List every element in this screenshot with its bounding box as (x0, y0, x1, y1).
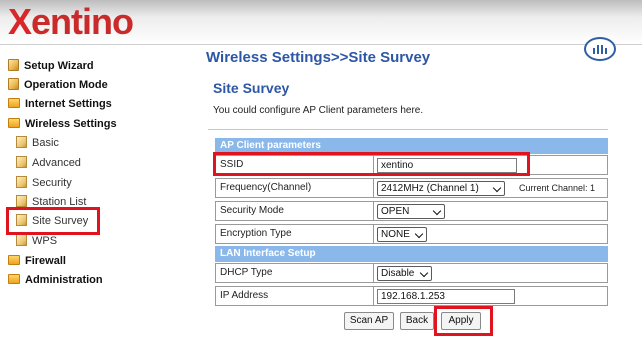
menu-item-basic[interactable]: Basic (16, 134, 59, 152)
folder-icon (8, 98, 20, 109)
security-mode-label: Security Mode (216, 202, 374, 220)
ip-address-cell: 192.168.1.253 (374, 287, 607, 305)
dhcp-type-cell: Disable (374, 264, 607, 282)
section-header-lan: LAN Interface Setup (215, 246, 608, 262)
page-breadcrumb-title: Wireless Settings>>Site Survey (206, 49, 431, 66)
dhcp-type-select-value: Disable (381, 268, 415, 279)
menu-item-label: Basic (32, 137, 59, 149)
menu-item-label: Advanced (32, 157, 81, 169)
security-mode-cell: OPEN (374, 202, 607, 220)
folder-icon (8, 118, 20, 129)
menu-item-firewall[interactable]: Firewall (8, 252, 66, 270)
brand-logo-x: X (8, 1, 32, 42)
doc-icon (16, 195, 27, 208)
page: Xentino Setup Wizard Operation Mode Inte… (0, 0, 642, 338)
chevron-down-icon (419, 268, 429, 278)
row-ip-address: IP Address 192.168.1.253 (215, 286, 608, 306)
encryption-type-cell: NONE (374, 225, 607, 243)
menu-item-label: WPS (32, 235, 58, 247)
frequency-label: Frequency(Channel) (216, 179, 374, 197)
frequency-cell: 2412MHz (Channel 1) Current Channel: 1 (374, 179, 607, 197)
row-encryption-type: Encryption Type NONE (215, 224, 608, 244)
top-banner: Xentino (0, 0, 642, 45)
doc-icon (16, 156, 27, 169)
current-channel-text: Current Channel: 1 (519, 183, 596, 193)
frequency-select-value: 2412MHz (Channel 1) (381, 183, 479, 194)
menu-item-setup-wizard[interactable]: Setup Wizard (8, 57, 94, 75)
dhcp-type-label: DHCP Type (216, 264, 374, 282)
menu-item-operation-mode[interactable]: Operation Mode (8, 76, 108, 94)
frequency-select[interactable]: 2412MHz (Channel 1) (377, 181, 505, 196)
signal-bars-icon (593, 44, 607, 54)
doc-icon (8, 78, 19, 91)
brand-badge-icon (584, 37, 616, 61)
chevron-down-icon (432, 206, 442, 216)
security-mode-select[interactable]: OPEN (377, 204, 445, 219)
menu-item-label: Administration (25, 274, 103, 286)
menu-item-label: Wireless Settings (25, 118, 117, 130)
chevron-down-icon (414, 229, 424, 239)
divider (208, 129, 608, 130)
menu-item-advanced[interactable]: Advanced (16, 154, 81, 172)
doc-icon (8, 59, 19, 72)
menu-item-internet-settings[interactable]: Internet Settings (8, 95, 112, 113)
menu-item-label: Firewall (25, 255, 66, 267)
highlight-site-survey (6, 207, 100, 235)
encryption-type-label: Encryption Type (216, 225, 374, 243)
page-title: Site Survey (213, 80, 290, 96)
row-security-mode: Security Mode OPEN (215, 201, 608, 221)
chevron-down-icon (492, 183, 502, 193)
page-description: You could configure AP Client parameters… (213, 105, 424, 116)
menu-item-label: Setup Wizard (24, 60, 94, 72)
back-button[interactable]: Back (400, 312, 434, 330)
highlight-apply (434, 306, 493, 336)
folder-icon (8, 274, 20, 285)
row-dhcp-type: DHCP Type Disable (215, 263, 608, 283)
menu-item-label: Security (32, 177, 72, 189)
encryption-type-select[interactable]: NONE (377, 227, 427, 242)
brand-logo: Xentino (8, 0, 134, 44)
highlight-ssid (213, 152, 530, 176)
ip-address-label: IP Address (216, 287, 374, 305)
menu-item-security[interactable]: Security (16, 174, 72, 192)
doc-icon (16, 234, 27, 247)
dhcp-type-select[interactable]: Disable (377, 266, 432, 281)
brand-logo-text: entino (31, 1, 134, 42)
doc-icon (16, 136, 27, 149)
security-mode-select-value: OPEN (381, 206, 410, 217)
doc-icon (16, 176, 27, 189)
menu-item-administration[interactable]: Administration (8, 271, 103, 289)
folder-icon (8, 255, 20, 266)
encryption-type-select-value: NONE (381, 229, 410, 240)
menu-item-label: Internet Settings (25, 98, 112, 110)
ip-address-input[interactable]: 192.168.1.253 (377, 289, 515, 304)
scan-ap-button[interactable]: Scan AP (344, 312, 394, 330)
row-frequency: Frequency(Channel) 2412MHz (Channel 1) C… (215, 178, 608, 198)
menu-item-wireless-settings[interactable]: Wireless Settings (8, 115, 117, 133)
menu-item-label: Operation Mode (24, 79, 108, 91)
